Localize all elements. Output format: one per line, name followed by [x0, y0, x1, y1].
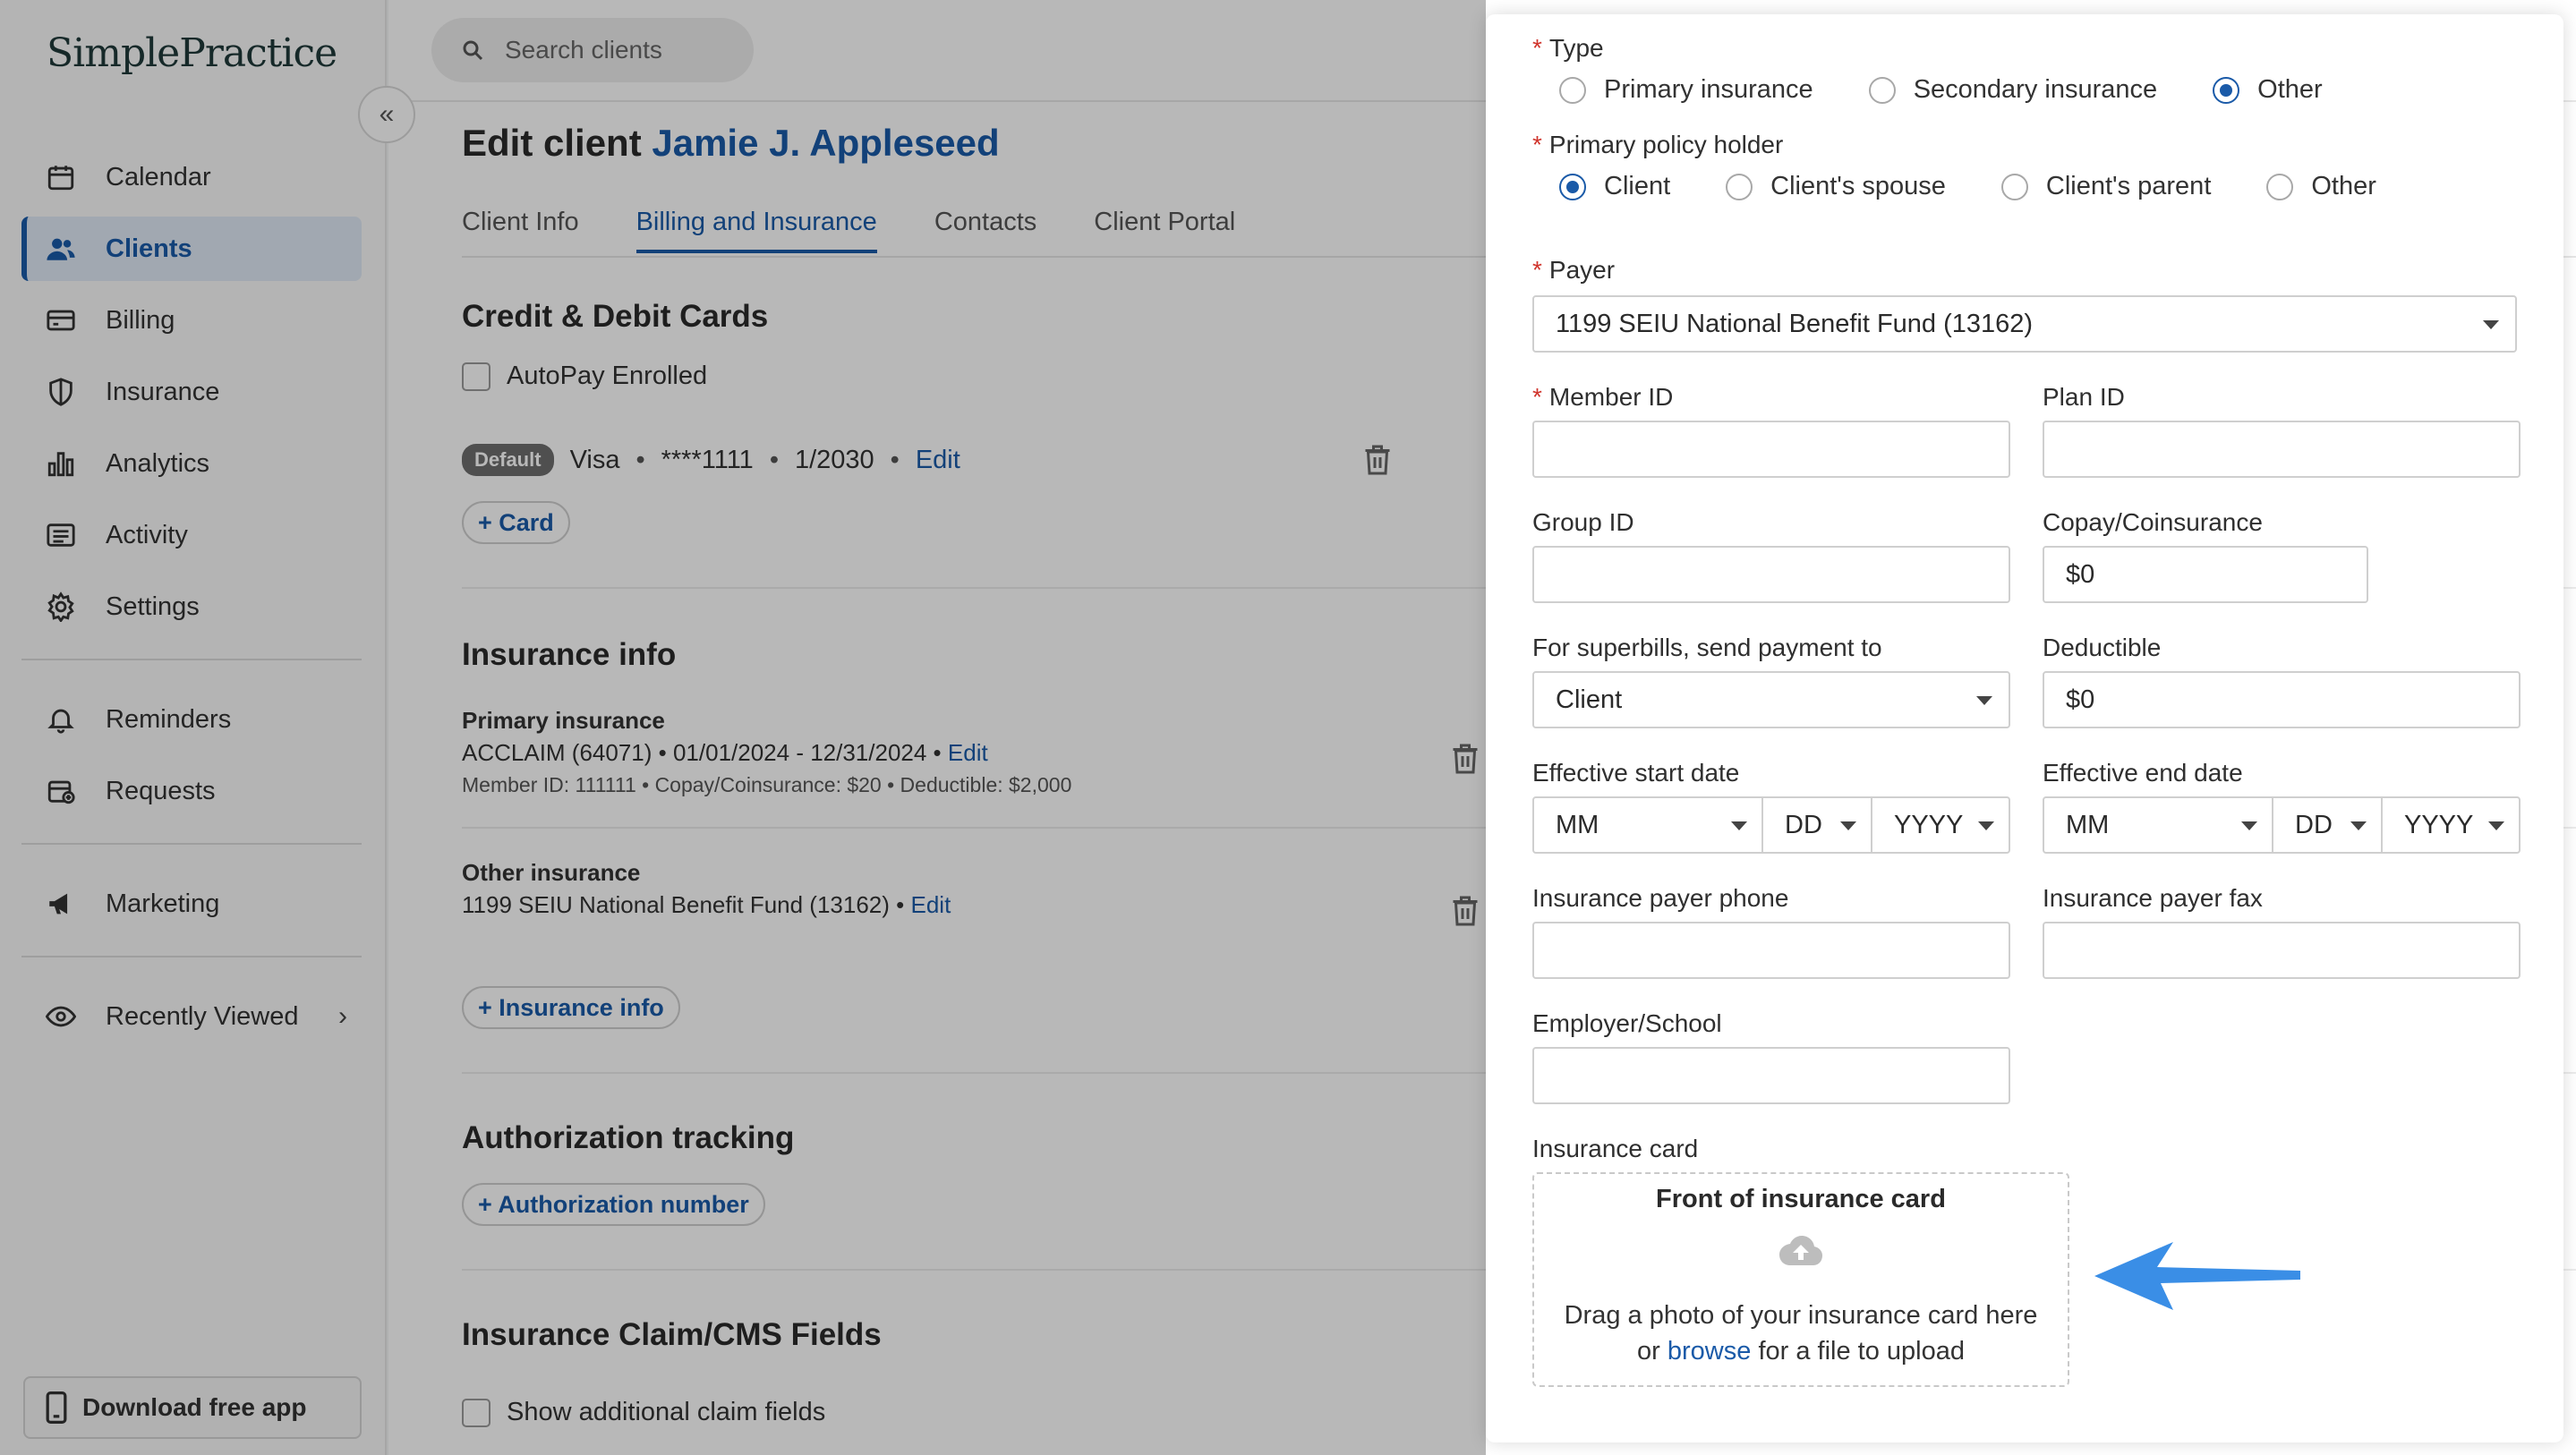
day-value: DD: [2295, 810, 2333, 839]
copay-label: Copay/Coinsurance: [2043, 508, 2263, 536]
upload-line-2: or browse for a file to upload: [1534, 1333, 2068, 1369]
superbill-payment-select[interactable]: Client: [1532, 671, 2010, 728]
radio-button[interactable]: [1559, 76, 1586, 104]
browse-link[interactable]: browse: [1668, 1337, 1752, 1366]
group-id-label: Group ID: [1532, 508, 1634, 536]
month-value: MM: [1556, 810, 1599, 839]
plan-id-input[interactable]: [2043, 421, 2521, 478]
deductible-label: Deductible: [2043, 634, 2162, 661]
required-mark: *: [1532, 383, 1542, 411]
insurance-info-drawer: * Type Primary insurance Secondary insura…: [1486, 14, 2563, 1442]
holder-option-parent[interactable]: Client's parent: [2000, 172, 2212, 201]
payer-fax-label: Insurance payer fax: [2043, 884, 2263, 912]
type-radio-group: Primary insurance Secondary insurance Ot…: [1559, 75, 2378, 105]
start-month-select[interactable]: MM: [1534, 798, 1763, 852]
start-day-select[interactable]: DD: [1763, 798, 1872, 852]
radio-label: Client: [1604, 172, 1671, 200]
deductible-input[interactable]: $0: [2043, 671, 2521, 728]
radio-button[interactable]: [1868, 76, 1896, 104]
member-id-label: * Member ID: [1532, 383, 1673, 412]
payer-phone-input[interactable]: [1532, 922, 2010, 979]
radio-label: Other: [2311, 172, 2376, 200]
radio-label: Primary insurance: [1604, 75, 1813, 104]
start-year-select[interactable]: YYYY: [1872, 798, 2009, 852]
type-label: * Type: [1532, 34, 1604, 63]
radio-button[interactable]: [2000, 173, 2028, 200]
caret-down-icon: [2483, 320, 2499, 329]
policy-holder-radio-group: Client Client's spouse Client's parent O…: [1559, 172, 2432, 201]
radio-button[interactable]: [1726, 173, 1753, 200]
required-mark: *: [1532, 256, 1542, 284]
payer-value: 1199 SEIU National Benefit Fund (13162): [1556, 309, 2034, 338]
start-date-picker: MM DD YYYY: [1532, 796, 2010, 854]
required-mark: *: [1532, 34, 1542, 62]
holder-option-spouse[interactable]: Client's spouse: [1726, 172, 1946, 201]
group-id-input[interactable]: [1532, 546, 2010, 603]
radio-label: Client's spouse: [1770, 172, 1946, 200]
superbill-label: For superbills, send payment to: [1532, 634, 1882, 661]
employer-label: Employer/School: [1532, 1009, 1722, 1037]
pointer-arrow-icon: [2094, 1242, 2300, 1310]
upload-title: Front of insurance card: [1656, 1185, 1946, 1213]
required-mark: *: [1532, 131, 1542, 158]
caret-down-icon: [1731, 821, 1747, 830]
type-label-text: Type: [1548, 34, 1604, 62]
insurance-card-label: Insurance card: [1532, 1135, 1699, 1162]
type-option-other[interactable]: Other: [2213, 75, 2323, 105]
member-id-label-text: Member ID: [1548, 383, 1674, 411]
end-date-picker: MM DD YYYY: [2043, 796, 2521, 854]
radio-label: Client's parent: [2045, 172, 2212, 200]
payer-select[interactable]: 1199 SEIU National Benefit Fund (13162): [1532, 295, 2517, 353]
modal-backdrop[interactable]: [0, 0, 1486, 1455]
member-id-input[interactable]: [1532, 421, 2010, 478]
copay-input[interactable]: $0: [2043, 546, 2368, 603]
radio-label: Secondary insurance: [1913, 75, 2158, 104]
employer-input[interactable]: [1532, 1047, 2010, 1104]
radio-button-selected[interactable]: [1559, 173, 1586, 200]
upload-line-2-rest: for a file to upload: [1758, 1337, 1965, 1366]
cloud-upload-icon: [1779, 1236, 1822, 1265]
year-value: YYYY: [1894, 810, 1964, 839]
start-date-label: Effective start date: [1532, 759, 1740, 787]
end-day-select[interactable]: DD: [2273, 798, 2383, 852]
radio-button-selected[interactable]: [2213, 76, 2240, 104]
payer-phone-label: Insurance payer phone: [1532, 884, 1789, 912]
policy-holder-label-text: Primary policy holder: [1548, 131, 1784, 158]
radio-label: Other: [2257, 75, 2323, 104]
holder-option-other[interactable]: Other: [2266, 172, 2376, 201]
superbill-value: Client: [1556, 685, 1623, 714]
upload-line-1: Drag a photo of your insurance card here: [1564, 1301, 2038, 1330]
payer-fax-input[interactable]: [2043, 922, 2521, 979]
caret-down-icon: [1840, 821, 1856, 830]
caret-down-icon: [1978, 821, 1994, 830]
holder-option-client[interactable]: Client: [1559, 172, 1670, 201]
caret-down-icon: [1976, 696, 1992, 705]
caret-down-icon: [2488, 821, 2504, 830]
day-value: DD: [1785, 810, 1822, 839]
type-option-secondary[interactable]: Secondary insurance: [1868, 75, 2158, 105]
payer-label-text: Payer: [1548, 256, 1616, 284]
plan-id-label: Plan ID: [2043, 383, 2125, 411]
caret-down-icon: [2241, 821, 2257, 830]
end-year-select[interactable]: YYYY: [2383, 798, 2519, 852]
policy-holder-label: * Primary policy holder: [1532, 131, 1783, 159]
type-option-primary[interactable]: Primary insurance: [1559, 75, 1813, 105]
radio-button[interactable]: [2266, 173, 2294, 200]
upload-description: Drag a photo of your insurance card here…: [1534, 1298, 2068, 1369]
end-date-label: Effective end date: [2043, 759, 2243, 787]
year-value: YYYY: [2404, 810, 2474, 839]
end-month-select[interactable]: MM: [2044, 798, 2273, 852]
insurance-card-dropzone[interactable]: Front of insurance card Drag a photo of …: [1532, 1172, 2069, 1387]
caret-down-icon: [2350, 821, 2367, 830]
payer-label: * Payer: [1532, 256, 1615, 285]
month-value: MM: [2066, 810, 2110, 839]
upload-or: or: [1637, 1337, 1660, 1366]
